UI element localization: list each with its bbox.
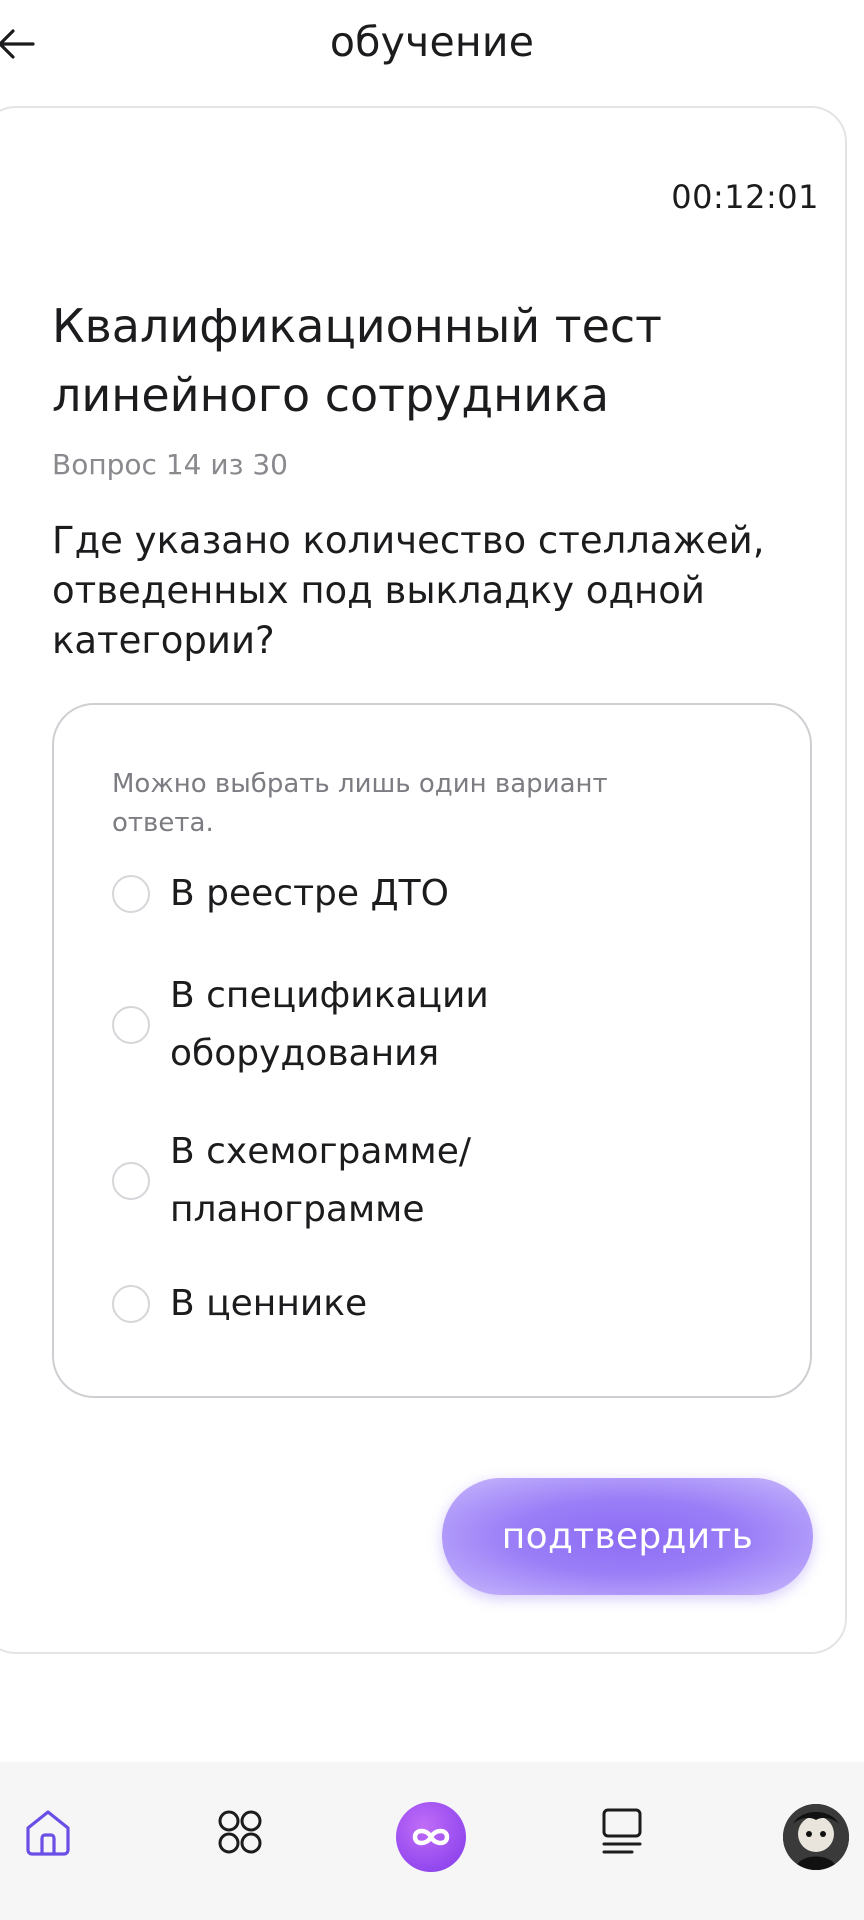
confirm-button[interactable]: подтвердить xyxy=(442,1478,813,1595)
answer-hint: Можно выбрать лишь один вариант ответа. xyxy=(112,769,608,838)
list-icon xyxy=(602,1808,642,1854)
timer: 00:12:01 xyxy=(671,178,819,216)
answer-option-label: В схемограмме/ планограмме xyxy=(170,1131,471,1230)
radio-button[interactable] xyxy=(112,875,150,913)
avatar-image xyxy=(783,1804,849,1870)
grid-icon xyxy=(218,1810,262,1854)
test-title: Квалификационный тест линейного сотрудни… xyxy=(52,299,662,422)
answer-option[interactable]: В схемограмме/ планограмме xyxy=(112,1123,530,1239)
tab-home[interactable] xyxy=(8,1792,88,1872)
avatar[interactable] xyxy=(783,1804,849,1870)
page-title: обучение xyxy=(329,18,535,66)
answer-option[interactable]: В спецификации оборудования xyxy=(112,967,530,1083)
top-bar: обучение xyxy=(0,0,864,95)
bottom-tab-bar xyxy=(0,1762,864,1920)
answer-option-label: В ценнике xyxy=(170,1283,368,1324)
tab-main[interactable] xyxy=(396,1802,466,1872)
radio-button[interactable] xyxy=(112,1162,150,1200)
radio-button[interactable] xyxy=(112,1285,150,1323)
infinity-icon xyxy=(412,1828,450,1846)
radio-button[interactable] xyxy=(112,1006,150,1044)
home-icon xyxy=(26,1810,70,1856)
answer-option[interactable]: В ценнике xyxy=(112,1275,670,1333)
answer-option[interactable]: В реестре ДТО xyxy=(112,865,670,923)
tab-catalog[interactable] xyxy=(200,1792,280,1872)
answers-box: Можно выбрать лишь один вариант ответа. … xyxy=(52,703,812,1398)
answer-option-label: В спецификации оборудования xyxy=(170,975,489,1074)
tab-courses[interactable] xyxy=(582,1792,662,1872)
question-text: Где указано количество стеллажей, отведе… xyxy=(52,519,765,662)
answer-option-label: В реестре ДТО xyxy=(170,873,449,914)
question-progress: Вопрос 14 из 30 xyxy=(52,448,288,481)
